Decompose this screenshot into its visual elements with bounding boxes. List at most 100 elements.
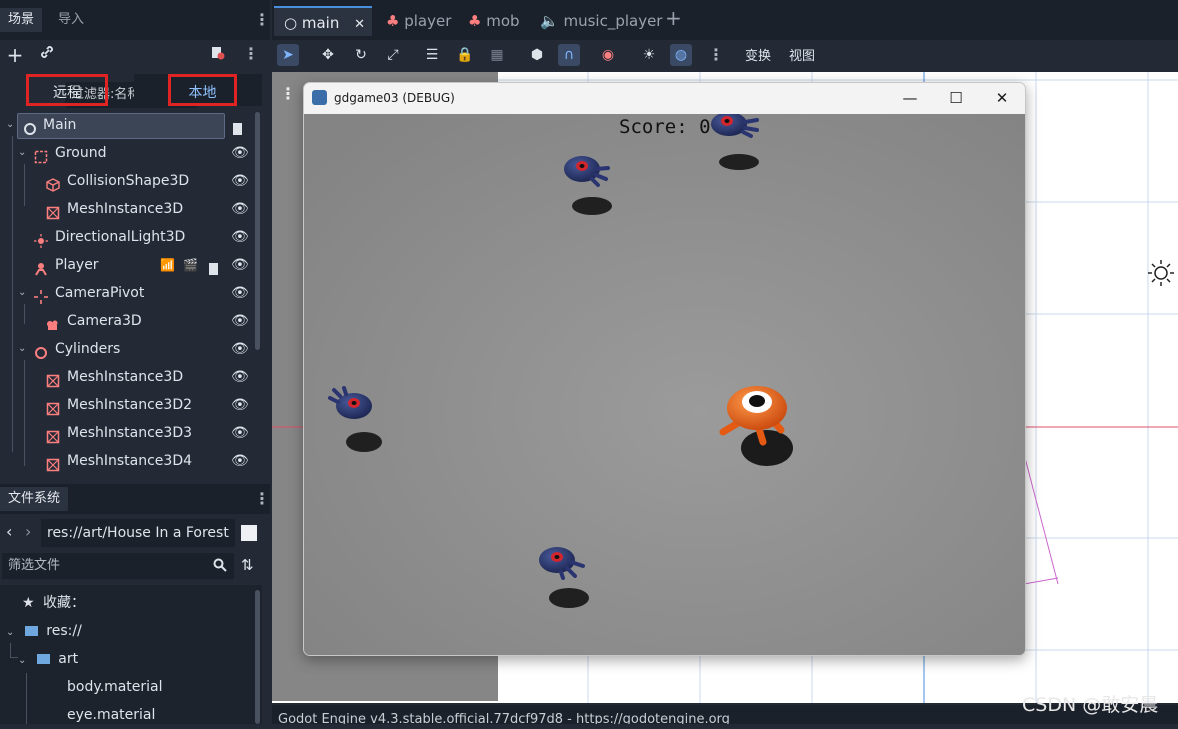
mesh-instance-icon — [46, 454, 60, 472]
signals-icon[interactable]: 📶 — [160, 251, 175, 279]
visibility-eye-icon[interactable]: 👁 — [231, 251, 249, 279]
link-icon[interactable] — [36, 44, 58, 66]
visibility-eye-icon[interactable]: 👁 — [231, 139, 249, 167]
scene-dock-tabs: 场景 导入 ⋮ — [0, 0, 270, 40]
script-remove-icon[interactable] — [206, 44, 228, 66]
visibility-eye-icon[interactable]: 👁 — [231, 307, 249, 335]
lock-icon[interactable]: 🔒 — [454, 44, 476, 66]
visibility-eye-icon[interactable]: 👁 — [231, 195, 249, 223]
tree-item-cylinders[interactable]: ⌄ Cylinders 👁 — [0, 335, 254, 363]
viewport-toolbar — [272, 40, 1178, 70]
tab-filesystem[interactable]: 文件系统 — [0, 487, 69, 511]
tree-item-ground[interactable]: ⌄ Ground 👁 — [0, 139, 254, 167]
tree-item-collisionshape3d[interactable]: CollisionShape3D 👁 — [0, 167, 254, 195]
game-canvas[interactable]: Score: 0 — [304, 114, 1025, 655]
res-root-item[interactable]: ⌄ res:// — [6, 617, 82, 645]
tab-scene[interactable]: 场景 — [0, 8, 43, 32]
tab-mob[interactable]: ♣ mob — [468, 6, 520, 36]
visibility-eye-icon[interactable]: 👁 — [231, 335, 249, 363]
tab-import[interactable]: 导入 — [50, 8, 92, 32]
back-icon[interactable]: ‹ — [6, 522, 12, 541]
filesystem-menu-icon[interactable]: ⋮ — [254, 489, 270, 508]
light-icon — [34, 230, 48, 248]
tree-item-meshinstance3d3[interactable]: MeshInstance3D3 👁 — [0, 419, 254, 447]
toolbar-menu-icon[interactable]: ⋮ — [708, 45, 724, 64]
move-tool-icon[interactable]: ✥ — [317, 44, 339, 66]
window-title: gdgame03 (DEBUG) — [334, 91, 455, 105]
visibility-eye-icon[interactable]: 👁 — [231, 223, 249, 251]
select-tool-icon[interactable]: ➤ — [277, 44, 299, 66]
file-item-body-material[interactable]: body.material — [67, 673, 163, 701]
tree-item-meshinstance3d-ground[interactable]: MeshInstance3D 👁 — [0, 195, 254, 223]
watermark: CSDN @敢安晨 — [1022, 694, 1159, 716]
visibility-eye-icon[interactable]: 👁 — [231, 419, 249, 447]
marker-icon — [34, 286, 48, 304]
path-field[interactable]: res://art/House In a Forest — [41, 519, 235, 547]
search-icon — [213, 558, 227, 576]
visibility-eye-icon[interactable]: 👁 — [231, 167, 249, 195]
view-menu[interactable]: 视图 — [789, 45, 815, 64]
sort-icon[interactable]: ⇅ — [241, 556, 254, 574]
window-titlebar[interactable]: gdgame03 (DEBUG) — ☐ ✕ — [304, 83, 1025, 114]
collision-shape-icon — [46, 174, 60, 192]
group-icon[interactable]: ▦ — [486, 44, 508, 66]
tree-item-meshinstance3d2[interactable]: MeshInstance3D2 👁 — [0, 391, 254, 419]
scene-tabs-bar: ○ main ✕ ♣ player ♣ mob 🔈 music_player + — [272, 0, 1178, 40]
local-space-icon[interactable]: ⬢ — [526, 44, 548, 66]
dock-menu-icon[interactable]: ⋮ — [254, 10, 270, 29]
art-folder-item[interactable]: ⌄ art — [18, 645, 78, 673]
file-filter-input[interactable]: 筛选文件 — [2, 553, 234, 579]
local-button[interactable]: 本地 — [168, 74, 237, 106]
camera-icon — [46, 314, 60, 330]
game-debug-window[interactable]: gdgame03 (DEBUG) — ☐ ✕ Score: 0 — [303, 82, 1026, 656]
close-button[interactable]: ✕ — [979, 83, 1025, 114]
tree-item-meshinstance3d4[interactable]: MeshInstance3D4 👁 — [0, 447, 254, 475]
add-node-icon[interactable]: + — [4, 44, 26, 66]
scene-icon: ○ — [284, 14, 298, 32]
groups-icon[interactable]: 🎬 — [183, 251, 198, 279]
tab-music-player[interactable]: 🔈 music_player — [540, 6, 662, 36]
visibility-eye-icon[interactable]: 👁 — [231, 363, 249, 391]
character-icon: ♣ — [468, 12, 482, 30]
scene-menu-icon[interactable]: ⋮ — [243, 44, 259, 63]
tab-player[interactable]: ♣ player — [386, 6, 451, 36]
tree-item-camerapivot[interactable]: ⌄ CameraPivot 👁 — [0, 279, 254, 307]
transform-menu[interactable]: 变换 — [745, 45, 771, 64]
visibility-eye-icon[interactable]: 👁 — [231, 391, 249, 419]
list-select-icon[interactable]: ☰ — [421, 44, 443, 66]
tree-item-player[interactable]: Player 📶 🎬 👁 — [0, 251, 254, 279]
file-item-eye-material[interactable]: eye.material — [67, 701, 155, 729]
tab-main[interactable]: ○ main ✕ — [274, 6, 372, 36]
tree-item-directionallight3d[interactable]: DirectionalLight3D 👁 — [0, 223, 254, 251]
close-tab-icon[interactable]: ✕ — [354, 17, 365, 32]
scene-tree-scrollbar[interactable] — [255, 112, 260, 350]
forward-icon[interactable]: › — [25, 522, 31, 541]
filesystem-scrollbar[interactable] — [255, 590, 260, 724]
game-scene — [304, 114, 1025, 655]
scale-tool-icon[interactable]: ⤢ — [382, 44, 404, 66]
favorites-item[interactable]: ★ 收藏： — [22, 589, 85, 617]
mesh-instance-icon — [46, 202, 60, 220]
audio-icon: 🔈 — [540, 12, 559, 30]
scene-tree: ⌄ Main ⌄ Ground 👁 CollisionShape3D 👁 Mes… — [0, 110, 262, 476]
tree-item-camera3d[interactable]: Camera3D 👁 — [0, 307, 254, 335]
visibility-eye-icon[interactable]: 👁 — [231, 447, 249, 475]
tree-item-meshinstance3d[interactable]: MeshInstance3D 👁 — [0, 363, 254, 391]
remote-button[interactable]: 远程 — [26, 74, 108, 106]
folder-icon — [24, 626, 38, 636]
snap-icon[interactable]: ∩ — [558, 44, 580, 66]
maximize-button[interactable]: ☐ — [933, 83, 979, 114]
minimize-button[interactable]: — — [887, 83, 933, 114]
filesystem-tree: ★ 收藏： ⌄ res:// ⌄ art body.material eye.m… — [0, 585, 262, 724]
character-icon — [34, 258, 48, 276]
sun-preview-icon[interactable]: ☀ — [638, 44, 660, 66]
add-tab-icon[interactable]: + — [665, 6, 682, 30]
scene-toolbar: + 过滤器:名称、t: ⋮ — [0, 40, 270, 108]
environment-preview-icon[interactable]: ◍ — [670, 44, 692, 66]
rotate-tool-icon[interactable]: ↻ — [350, 44, 372, 66]
mesh-instance-icon — [46, 370, 60, 388]
layout-toggle-icon[interactable] — [241, 525, 257, 541]
tree-item-main[interactable]: ⌄ Main — [0, 111, 254, 139]
camera-preview-icon[interactable]: ◉ — [597, 44, 619, 66]
visibility-eye-icon[interactable]: 👁 — [231, 279, 249, 307]
